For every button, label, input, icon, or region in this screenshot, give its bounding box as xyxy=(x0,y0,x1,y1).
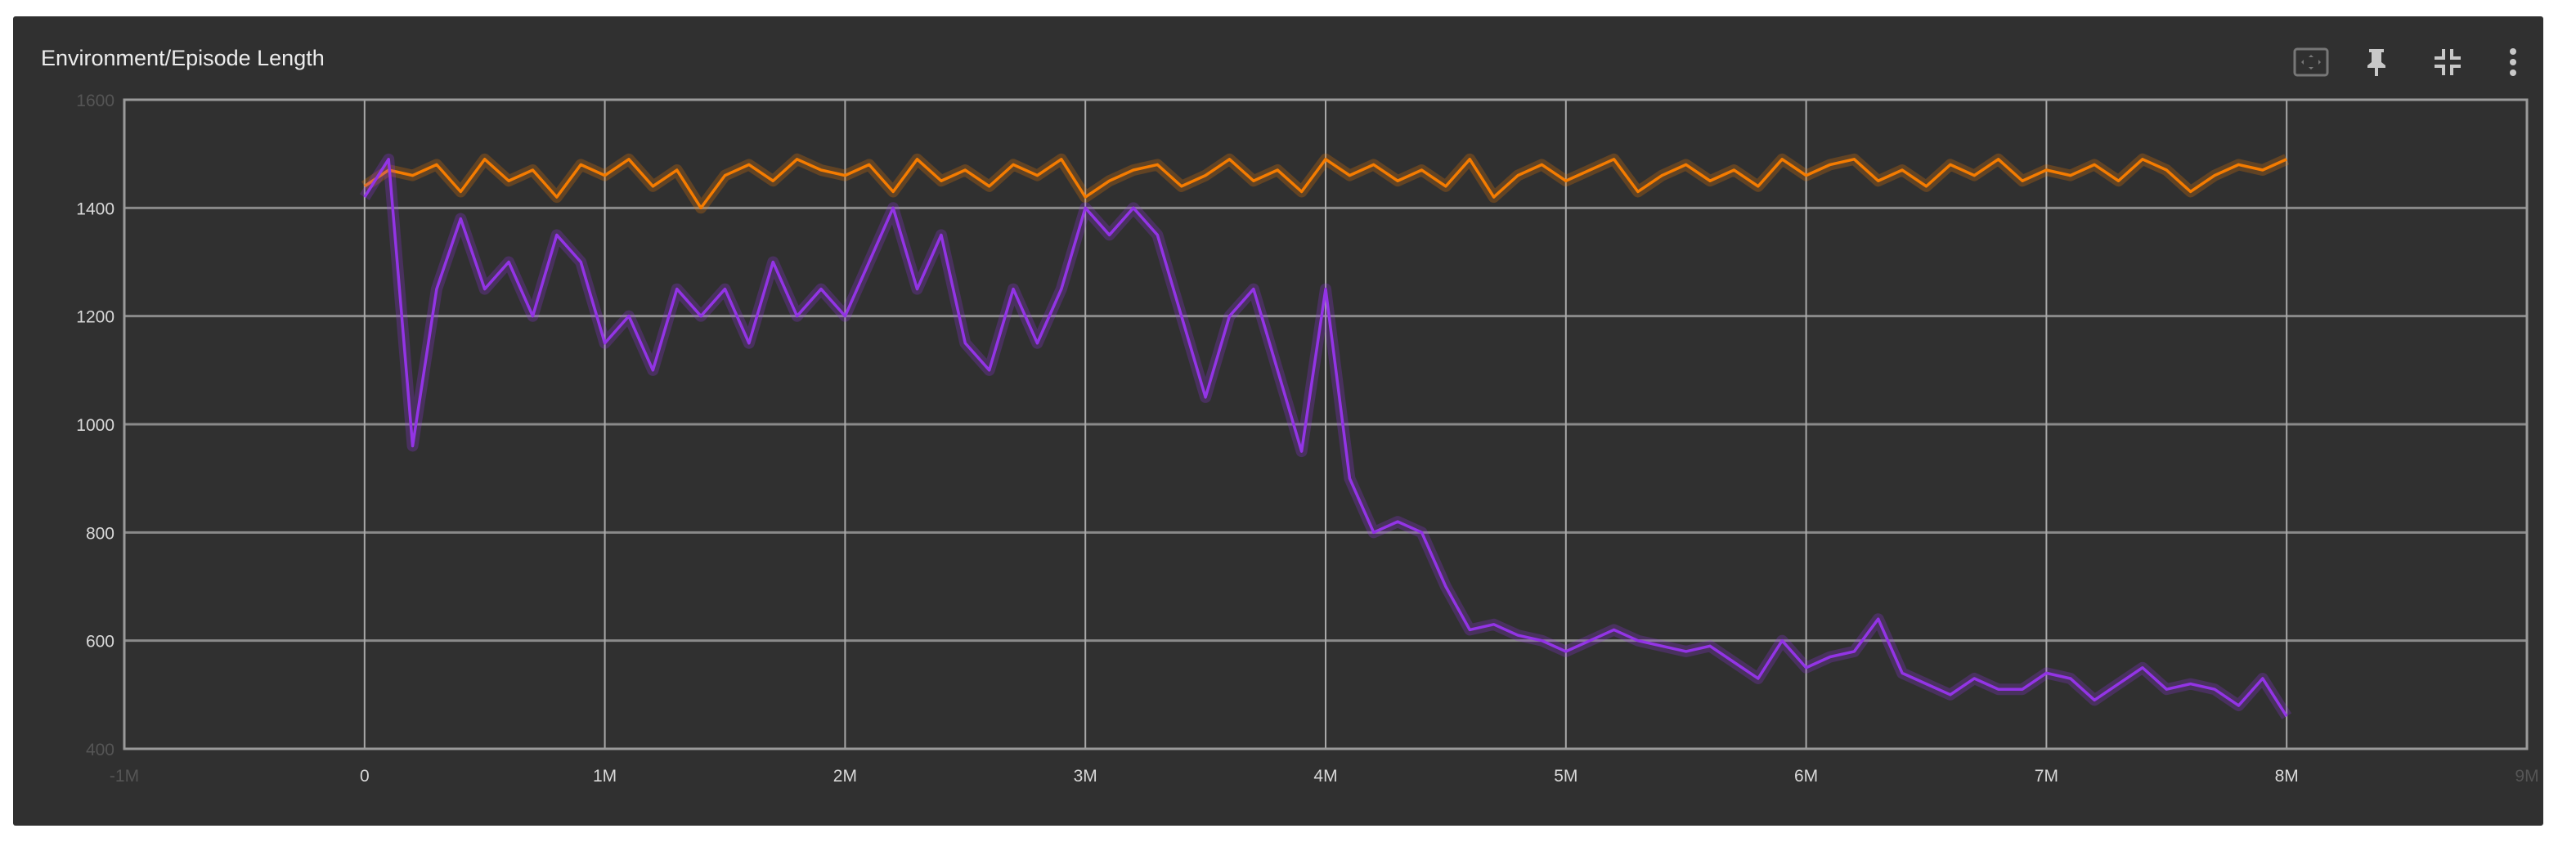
x-tick-label: 3M xyxy=(1074,767,1097,786)
x-tick-label: -1M xyxy=(110,767,139,786)
x-tick-label: 1M xyxy=(593,767,617,786)
x-tick-label: 5M xyxy=(1554,767,1577,786)
x-tick-label: 4M xyxy=(1313,767,1337,786)
x-tick-label: 0 xyxy=(360,767,370,786)
y-tick-label: 800 xyxy=(86,524,114,543)
x-tick-label: 2M xyxy=(833,767,857,786)
x-tick-label: 9M xyxy=(2515,767,2538,786)
y-tick-label: 1600 xyxy=(76,92,114,110)
y-tick-label: 400 xyxy=(86,741,114,759)
chart-card: Environment/Episode Length 400 600 800 1000… xyxy=(13,16,2543,826)
x-tick-label: 8M xyxy=(2275,767,2299,786)
x-tick-label: 6M xyxy=(1794,767,1818,786)
x-tick-label: 7M xyxy=(2035,767,2058,786)
grid xyxy=(123,98,2529,750)
y-tick-label: 1400 xyxy=(76,199,114,218)
y-tick-label: 1000 xyxy=(76,416,114,435)
line-chart[interactable]: 400 600 800 1000 1200 1400 1600 -1M 0 1M 2M 3M 4M 5M 6… xyxy=(13,16,2543,826)
y-tick-label: 600 xyxy=(86,633,114,652)
y-tick-label: 1200 xyxy=(76,308,114,327)
